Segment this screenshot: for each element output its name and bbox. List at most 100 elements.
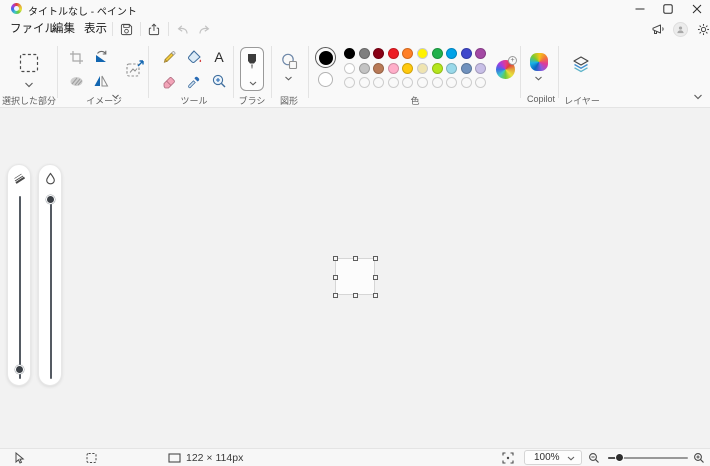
layers-button[interactable] — [570, 53, 592, 75]
palette-swatch[interactable] — [416, 77, 428, 88]
canvas-size-value: 122 × 114px — [186, 452, 244, 464]
palette-swatch[interactable] — [344, 77, 355, 88]
magnifier-icon — [212, 74, 226, 88]
eraser-tool-button[interactable] — [160, 72, 178, 90]
palette-swatch[interactable] — [402, 48, 414, 59]
selection-handle-s[interactable] — [353, 293, 358, 298]
zoom-level-dropdown[interactable]: 100% — [524, 450, 582, 465]
divider — [112, 22, 113, 36]
divider — [148, 46, 149, 98]
palette-swatch[interactable] — [358, 48, 370, 59]
selection-dropdown-chevron[interactable] — [25, 82, 34, 88]
brush-icon — [248, 54, 256, 69]
opacity-slider-thumb[interactable] — [46, 195, 55, 204]
pencil-tool-button[interactable] — [160, 48, 178, 66]
close-button[interactable] — [681, 0, 710, 17]
palette-swatch[interactable] — [373, 77, 385, 88]
zoom-in-button[interactable] — [693, 452, 705, 464]
zoom-out-button[interactable] — [588, 452, 600, 464]
feedback-button[interactable] — [649, 21, 667, 38]
palette-swatch[interactable] — [402, 77, 414, 88]
resize-image-button[interactable] — [124, 58, 146, 80]
palette-swatch[interactable] — [446, 62, 458, 74]
shapes-dropdown-chevron[interactable] — [285, 76, 294, 82]
palette-swatch[interactable] — [344, 62, 355, 74]
brush-button[interactable] — [240, 47, 264, 91]
rotate-button[interactable] — [92, 48, 110, 66]
menu-edit[interactable]: 編集 — [48, 21, 79, 38]
palette-swatch[interactable] — [431, 62, 443, 74]
palette-swatch[interactable] — [344, 48, 355, 59]
size-slider-track[interactable] — [18, 196, 21, 379]
divider — [520, 46, 521, 98]
share-icon — [148, 23, 159, 36]
remove-background-button[interactable] — [67, 72, 85, 90]
palette-swatch[interactable] — [387, 62, 399, 74]
palette-swatch[interactable] — [358, 77, 370, 88]
account-button[interactable] — [673, 22, 688, 37]
redo-button[interactable] — [196, 21, 214, 38]
palette-swatch[interactable] — [475, 77, 487, 88]
selection-handle-nw[interactable] — [333, 256, 338, 261]
palette-swatch[interactable] — [431, 77, 443, 88]
flip-button[interactable] — [92, 72, 110, 90]
palette-swatch[interactable] — [373, 48, 385, 59]
selection-handle-ne[interactable] — [373, 256, 378, 261]
fit-to-screen-button[interactable] — [502, 451, 514, 464]
selection-handle-e[interactable] — [373, 274, 378, 280]
palette-swatch[interactable] — [475, 62, 487, 74]
undo-button[interactable] — [173, 21, 191, 38]
menu-view[interactable]: 表示 — [80, 21, 111, 38]
magnifier-tool-button[interactable] — [210, 72, 228, 90]
palette-swatch[interactable] — [446, 77, 458, 88]
palette-swatch[interactable] — [387, 48, 399, 59]
maximize-button[interactable] — [652, 0, 684, 17]
selection-handle-w[interactable] — [333, 274, 338, 280]
palette-swatch[interactable] — [387, 77, 399, 88]
size-slider-thumb[interactable] — [15, 365, 24, 374]
eyedropper-icon — [188, 76, 200, 89]
save-button[interactable] — [117, 21, 135, 38]
brush-dropdown-chevron[interactable] — [249, 81, 257, 86]
palette-swatch[interactable] — [358, 62, 370, 74]
zoom-slider-thumb[interactable] — [615, 453, 624, 462]
selection-tool-button[interactable] — [19, 53, 39, 73]
crop-button[interactable] — [67, 48, 85, 66]
canvas-size-icon — [168, 452, 181, 463]
copilot-dropdown-chevron[interactable] — [535, 76, 544, 82]
selection-region[interactable] — [335, 258, 375, 295]
shapes-group-label: 図形 — [279, 96, 299, 106]
palette-swatch[interactable] — [475, 48, 487, 59]
resize-image-icon — [126, 60, 144, 77]
zoom-level-value: 100% — [534, 452, 560, 463]
avatar-icon — [677, 26, 684, 34]
text-tool-button[interactable]: A — [210, 48, 228, 66]
palette-row-3 — [344, 77, 487, 88]
palette-swatch[interactable] — [402, 62, 414, 74]
window-title: タイトルなし - ペイント — [28, 7, 137, 18]
settings-button[interactable] — [694, 21, 710, 38]
palette-swatch[interactable] — [460, 77, 472, 88]
copilot-button[interactable] — [530, 53, 548, 71]
palette-swatch[interactable] — [460, 62, 472, 74]
palette-swatch[interactable] — [416, 62, 428, 74]
collapse-ribbon-chevron[interactable] — [694, 94, 703, 100]
selection-handle-sw[interactable] — [333, 293, 338, 298]
canvas-area[interactable] — [0, 108, 710, 448]
opacity-slider-track[interactable] — [49, 196, 52, 379]
palette-swatch[interactable] — [416, 48, 428, 59]
share-button[interactable] — [144, 21, 162, 38]
fill-tool-button[interactable] — [185, 48, 203, 66]
palette-swatch[interactable] — [373, 62, 385, 74]
background-color-swatch[interactable] — [318, 72, 333, 87]
foreground-color-swatch[interactable] — [315, 47, 336, 68]
divider — [308, 46, 309, 98]
palette-swatch[interactable] — [446, 48, 458, 59]
color-picker-button[interactable] — [185, 72, 203, 90]
canvas-selection[interactable] — [333, 256, 378, 298]
selection-handle-n[interactable] — [353, 256, 358, 261]
selection-handle-se[interactable] — [373, 293, 378, 298]
palette-swatch[interactable] — [460, 48, 472, 59]
shapes-button[interactable] — [279, 51, 299, 71]
palette-swatch[interactable] — [431, 48, 443, 59]
